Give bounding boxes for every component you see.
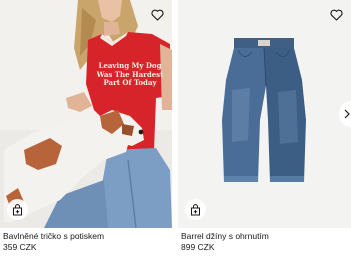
favorite-button[interactable]: [330, 9, 343, 21]
product-card[interactable]: Leaving My Dog Was The Hardest Part Of T…: [0, 0, 172, 252]
add-to-bag-button[interactable]: [7, 199, 28, 220]
tshirt-model-photo: [0, 0, 172, 228]
product-card[interactable]: Barrel džíny s ohrnutím 899 CZK: [178, 0, 351, 252]
add-to-bag-button[interactable]: [185, 199, 206, 220]
product-image[interactable]: [178, 0, 351, 228]
print-line: Part Of Today: [103, 78, 157, 87]
shopping-bag-plus-icon: [191, 203, 200, 215]
jeans-photo: [178, 0, 351, 228]
heart-outline-icon: [151, 9, 164, 21]
favorite-button[interactable]: [151, 9, 164, 21]
product-image[interactable]: Leaving My Dog Was The Hardest Part Of T…: [0, 0, 172, 228]
product-name[interactable]: Bavlněné tričko s potiskem: [3, 231, 104, 242]
tshirt-print: Leaving My Dog Was The Hardest Part Of T…: [94, 61, 166, 88]
product-price: 359 CZK: [3, 242, 37, 252]
chevron-right-icon: [344, 109, 350, 119]
product-price: 899 CZK: [181, 242, 215, 252]
shopping-bag-plus-icon: [13, 203, 22, 215]
product-name[interactable]: Barrel džíny s ohrnutím: [181, 231, 269, 242]
heart-outline-icon: [330, 9, 343, 21]
